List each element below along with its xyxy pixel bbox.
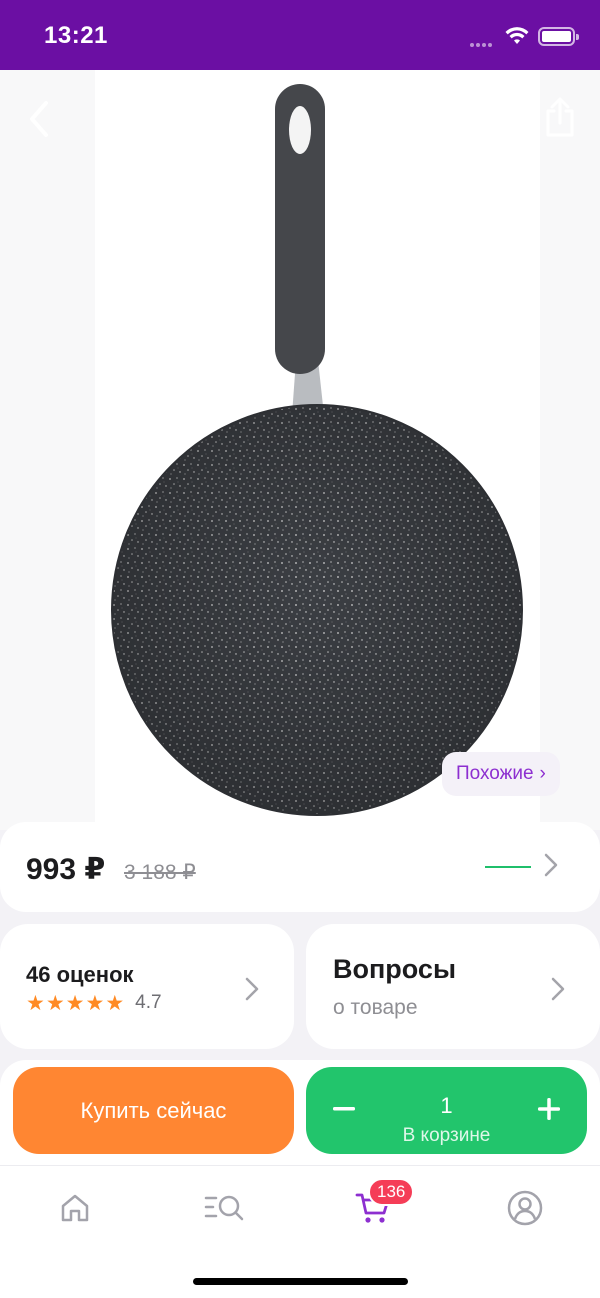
- chevron-right-icon: [244, 976, 260, 1007]
- price-indicator-line: [485, 866, 531, 868]
- star-icon: ★: [105, 991, 125, 1015]
- home-indicator: [193, 1278, 408, 1285]
- product-image-pan: [111, 84, 523, 816]
- heart-icon: [461, 102, 499, 136]
- price-old: 3 188 ₽: [124, 861, 196, 884]
- tab-profile[interactable]: [500, 1186, 550, 1230]
- price-current: 993 ₽: [26, 853, 106, 886]
- questions-subtitle: о товаре: [333, 996, 418, 1019]
- price-details-chevron-icon[interactable]: [543, 852, 559, 883]
- back-button[interactable]: [14, 94, 64, 144]
- favorite-button[interactable]: [455, 94, 505, 144]
- rating-count: 46 оценок: [26, 962, 134, 987]
- product-photo[interactable]: Похожие ›: [0, 70, 600, 830]
- increase-quantity-button[interactable]: [527, 1087, 571, 1131]
- similar-label: Похожие: [456, 763, 534, 784]
- chevron-right-icon: ›: [539, 763, 546, 784]
- cellular-signal-icon: [470, 34, 494, 52]
- chevron-right-icon: [550, 976, 566, 1007]
- cart-count-badge: 136: [368, 1178, 415, 1206]
- status-bar: 13:21: [0, 0, 600, 70]
- tab-home[interactable]: [50, 1186, 100, 1230]
- star-icon: ★: [26, 991, 45, 1015]
- tab-catalog[interactable]: [200, 1186, 250, 1230]
- questions-card[interactable]: Вопросы о товаре: [306, 924, 600, 1049]
- home-icon: [61, 1194, 89, 1222]
- star-icon: ★: [65, 991, 85, 1015]
- buy-now-button[interactable]: Купить сейчас: [13, 1067, 294, 1154]
- share-icon: [546, 97, 574, 137]
- wifi-icon: [505, 26, 529, 51]
- battery-icon: [538, 27, 579, 46]
- questions-title: Вопросы: [333, 954, 457, 984]
- rating-value: 4.7: [135, 992, 162, 1013]
- plus-icon: [538, 1098, 560, 1120]
- status-time: 13:21: [44, 22, 108, 49]
- chevron-left-icon: [30, 101, 48, 137]
- price-card: 993 ₽ 3 188 ₽: [0, 822, 600, 912]
- profile-icon: [507, 1190, 543, 1226]
- rating-stars: ★ ★ ★ ★ ★ 4.7: [26, 992, 162, 1014]
- similar-products-button[interactable]: Похожие ›: [442, 752, 560, 796]
- action-bar: Купить сейчас 1 В корзине: [0, 1060, 600, 1165]
- catalog-search-icon: [204, 1195, 244, 1221]
- cart-quantity-control: 1 В корзине: [306, 1067, 587, 1154]
- share-button[interactable]: [535, 92, 585, 142]
- rating-card[interactable]: 46 оценок ★ ★ ★ ★ ★ 4.7: [0, 924, 294, 1049]
- star-icon: ★: [85, 991, 105, 1015]
- star-icon: ★: [45, 991, 65, 1015]
